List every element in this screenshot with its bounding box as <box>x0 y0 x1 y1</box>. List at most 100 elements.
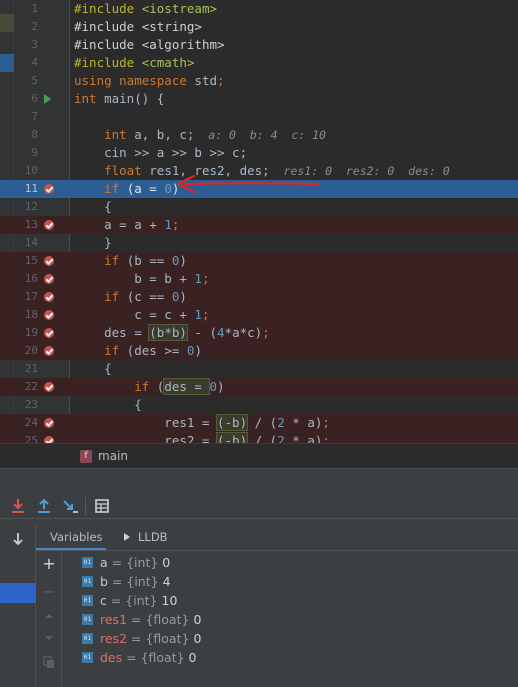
code-line[interactable]: 1 #include <iostream> <box>0 0 518 18</box>
code-text[interactable]: if (des = 0) <box>74 378 225 396</box>
breakpoint-icon[interactable] <box>44 310 54 320</box>
step-out-icon[interactable] <box>34 496 54 516</box>
code-line[interactable]: 3 #include <algorithm> <box>0 36 518 54</box>
breakpoint-icon[interactable] <box>44 418 54 428</box>
line-number[interactable]: 9 <box>14 144 38 162</box>
breakpoint-icon[interactable] <box>44 274 54 284</box>
line-number[interactable]: 11 <box>14 180 38 198</box>
code-line[interactable]: 18 c = c + 1; <box>0 306 518 324</box>
line-number[interactable]: 7 <box>14 108 38 126</box>
code-line[interactable]: 13 a = a + 1; <box>0 216 518 234</box>
line-number[interactable]: 19 <box>14 324 38 342</box>
line-number[interactable]: 3 <box>14 36 38 54</box>
variable-row[interactable]: 01 b = {int} 4 <box>80 572 480 591</box>
variable-row[interactable]: 01 res2 = {float} 0 <box>80 629 480 648</box>
line-number[interactable]: 10 <box>14 162 38 180</box>
code-text[interactable]: c = c + 1; <box>74 306 209 324</box>
tab-variables[interactable]: Variables <box>50 529 103 545</box>
code-text[interactable]: b = b + 1; <box>74 270 209 288</box>
variable-row[interactable]: 01 res1 = {float} 0 <box>80 610 480 629</box>
code-text[interactable]: using namespace std; <box>74 72 225 90</box>
code-line[interactable]: 20 if (des >= 0) <box>0 342 518 360</box>
line-number[interactable]: 5 <box>14 72 38 90</box>
code-text[interactable]: des = (b*b) - (4*a*c); <box>74 324 270 342</box>
step-into-icon[interactable] <box>8 496 28 516</box>
frames-panel[interactable] <box>0 523 36 687</box>
line-number[interactable]: 1 <box>14 0 38 18</box>
variable-row[interactable]: 01 c = {int} 10 <box>80 591 480 610</box>
line-number[interactable]: 14 <box>14 234 38 252</box>
code-line[interactable]: 24 res1 = (-b) / (2 * a); <box>0 414 518 432</box>
breadcrumb-label[interactable]: main <box>98 448 128 465</box>
code-text[interactable]: res2 = (-b) / (2 * a); <box>74 432 330 443</box>
code-text[interactable]: #include <iostream> <box>74 0 217 18</box>
code-line[interactable]: 2 #include <string> <box>0 18 518 36</box>
run-to-cursor-icon[interactable] <box>60 496 80 516</box>
code-text[interactable]: if (a = 0) <box>74 180 179 198</box>
code-line[interactable]: 9 cin >> a >> b >> c; <box>0 144 518 162</box>
code-text[interactable]: #include <string> <box>74 18 202 36</box>
line-number[interactable]: 2 <box>14 18 38 36</box>
code-text[interactable]: { <box>74 396 142 414</box>
line-number[interactable]: 24 <box>14 414 38 432</box>
code-line[interactable]: 4 #include <cmath> <box>0 54 518 72</box>
line-number[interactable]: 25 <box>14 432 38 443</box>
code-text[interactable]: if (c == 0) <box>74 288 187 306</box>
line-number[interactable]: 4 <box>14 54 38 72</box>
code-line[interactable]: 6 int main() { <box>0 90 518 108</box>
line-number[interactable]: 12 <box>14 198 38 216</box>
line-number[interactable]: 21 <box>14 360 38 378</box>
code-text[interactable]: #include <cmath> <box>74 54 194 72</box>
add-watch-icon[interactable]: + <box>42 556 56 572</box>
code-text[interactable]: cin >> a >> b >> c; <box>74 144 247 162</box>
code-line[interactable]: 5 using namespace std; <box>0 72 518 90</box>
code-line[interactable]: 14 } <box>0 234 518 252</box>
breakpoint-icon[interactable] <box>44 256 54 266</box>
variable-row[interactable]: 01 a = {int} 0 <box>80 553 480 572</box>
line-number[interactable]: 13 <box>14 216 38 234</box>
line-number[interactable]: 18 <box>14 306 38 324</box>
breakpoint-icon[interactable] <box>44 436 54 443</box>
line-number[interactable]: 8 <box>14 126 38 144</box>
variables-list[interactable]: 01 a = {int} 0 01 b = {int} 4 01 c = {int} 10… <box>80 553 510 683</box>
line-number[interactable]: 16 <box>14 270 38 288</box>
line-number[interactable]: 22 <box>14 378 38 396</box>
code-text[interactable]: #include <algorithm> <box>74 36 225 54</box>
debug-panel[interactable]: Variables LLDB + − 01 a = {int} 0 01 b = {i… <box>0 468 518 687</box>
line-number[interactable]: 23 <box>14 396 38 414</box>
code-text[interactable]: } <box>74 234 112 252</box>
code-line[interactable]: 7 <box>0 108 518 126</box>
breakpoint-icon[interactable] <box>44 328 54 338</box>
tab-lldb[interactable]: LLDB <box>138 529 168 545</box>
breakpoint-icon[interactable] <box>44 220 54 230</box>
selected-frame[interactable] <box>0 583 36 603</box>
code-line[interactable]: 21 { <box>0 360 518 378</box>
run-icon[interactable] <box>44 94 51 104</box>
code-line[interactable]: 19 des = (b*b) - (4*a*c); <box>0 324 518 342</box>
breakpoint-icon[interactable] <box>44 346 54 356</box>
breakpoint-icon[interactable] <box>44 184 54 194</box>
code-text[interactable]: { <box>74 360 112 378</box>
code-text[interactable]: if (b == 0) <box>74 252 187 270</box>
breakpoint-icon[interactable] <box>44 382 54 392</box>
code-editor[interactable]: 1 #include <iostream> 2 #include <string> 3 #… <box>0 0 518 443</box>
code-text[interactable]: res1 = (-b) / (2 * a); <box>74 414 330 432</box>
code-text[interactable]: int a, b, c; a: 0 b: 4 c: 10 <box>74 126 326 144</box>
code-line[interactable]: 17 if (c == 0) <box>0 288 518 306</box>
code-line[interactable]: 8 int a, b, c; a: 0 b: 4 c: 10 <box>0 126 518 144</box>
code-line[interactable]: 15 if (b == 0) <box>0 252 518 270</box>
line-number[interactable]: 6 <box>14 90 38 108</box>
line-number[interactable]: 17 <box>14 288 38 306</box>
breadcrumb[interactable]: f main <box>0 443 518 468</box>
line-number[interactable]: 20 <box>14 342 38 360</box>
code-text[interactable]: a = a + 1; <box>74 216 179 234</box>
evaluate-expression-icon[interactable] <box>92 496 112 516</box>
code-line[interactable]: 16 b = b + 1; <box>0 270 518 288</box>
breakpoint-icon[interactable] <box>44 292 54 302</box>
code-line[interactable]: 23 { <box>0 396 518 414</box>
code-text[interactable]: if (des >= 0) <box>74 342 202 360</box>
code-line[interactable]: 12 { <box>0 198 518 216</box>
arrow-down-icon[interactable] <box>10 531 26 547</box>
code-line[interactable]: 22 if (des = 0) <box>0 378 518 396</box>
code-text[interactable]: int main() { <box>74 90 164 108</box>
